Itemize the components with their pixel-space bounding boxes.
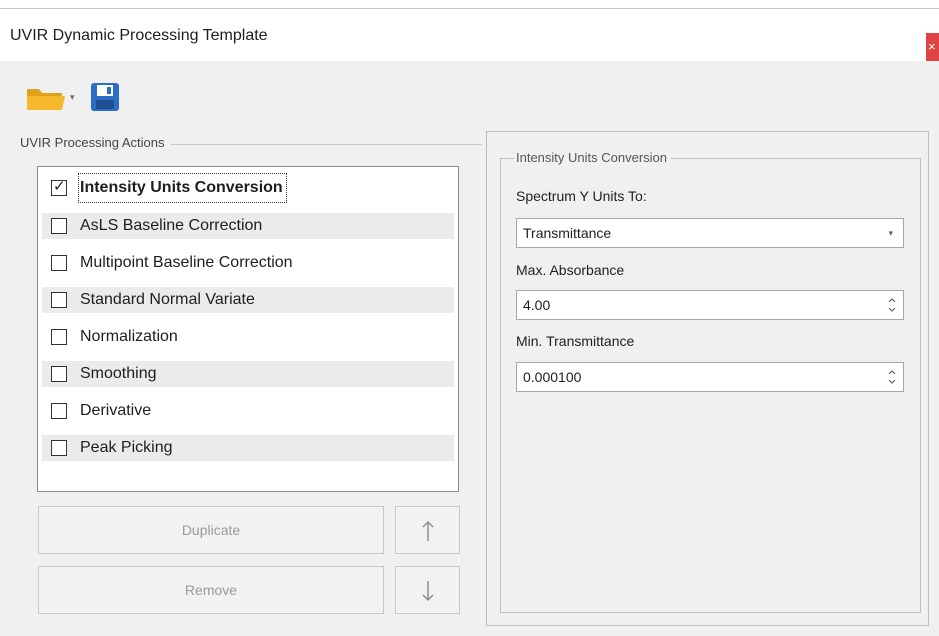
min-transmittance-value: 0.000100 xyxy=(523,369,582,385)
folder-icon[interactable] xyxy=(26,84,66,117)
title-bar: UVIR Dynamic Processing Template × xyxy=(0,9,939,61)
min-transmittance-spinbox[interactable]: 0.000100 xyxy=(516,362,904,392)
top-border xyxy=(0,0,939,9)
processing-actions-label: UVIR Processing Actions xyxy=(20,135,171,150)
arrow-up-icon xyxy=(422,521,434,541)
save-icon[interactable] xyxy=(90,82,120,117)
remove-button[interactable]: Remove xyxy=(38,566,384,614)
list-item[interactable]: Peak Picking xyxy=(42,435,454,461)
list-item-label: Intensity Units Conversion xyxy=(78,173,287,203)
close-button[interactable]: × xyxy=(926,33,939,61)
checkbox[interactable] xyxy=(51,329,67,345)
checkbox[interactable]: ✓ xyxy=(51,178,67,196)
y-units-label: Spectrum Y Units To: xyxy=(516,188,647,204)
checkbox[interactable] xyxy=(51,218,67,234)
window-title: UVIR Dynamic Processing Template xyxy=(10,27,268,44)
list-item-label: Peak Picking xyxy=(80,439,173,456)
max-absorbance-spinbox[interactable]: 4.00 xyxy=(516,290,904,320)
list-item-label: Derivative xyxy=(80,402,152,419)
duplicate-button[interactable]: Duplicate xyxy=(38,506,384,554)
max-absorbance-label: Max. Absorbance xyxy=(516,262,625,278)
close-icon: × xyxy=(928,39,936,54)
max-absorbance-value: 4.00 xyxy=(523,297,551,313)
list-item[interactable]: Normalization xyxy=(42,324,454,350)
checkbox[interactable] xyxy=(51,255,67,271)
list-item[interactable]: Multipoint Baseline Correction xyxy=(42,250,454,276)
check-icon: ✓ xyxy=(53,178,66,195)
list-item[interactable]: AsLS Baseline Correction xyxy=(42,213,454,239)
list-item-label: Multipoint Baseline Correction xyxy=(80,254,293,271)
move-up-button[interactable] xyxy=(395,506,460,554)
y-units-dropdown[interactable]: Transmittance ▾ xyxy=(516,218,904,248)
list-item[interactable]: Standard Normal Variate xyxy=(42,287,454,313)
spinner-icon[interactable] xyxy=(887,295,897,315)
list-item-label: Normalization xyxy=(80,328,178,345)
chevron-down-icon: ▾ xyxy=(888,228,893,238)
list-item[interactable]: Smoothing xyxy=(42,361,454,387)
chevron-down-icon[interactable]: ▾ xyxy=(70,92,75,103)
list-item[interactable]: Derivative xyxy=(42,398,454,424)
list-item-label: Standard Normal Variate xyxy=(80,291,255,308)
min-transmittance-label: Min. Transmittance xyxy=(516,333,635,349)
y-units-value: Transmittance xyxy=(523,225,612,241)
list-item-label: Smoothing xyxy=(80,365,157,382)
checkbox[interactable] xyxy=(51,366,67,382)
spinner-icon[interactable] xyxy=(887,367,897,387)
list-item-label: AsLS Baseline Correction xyxy=(80,217,263,234)
intensity-units-group-label: Intensity Units Conversion xyxy=(514,150,672,165)
move-down-button[interactable] xyxy=(395,566,460,614)
checkbox[interactable] xyxy=(51,292,67,308)
arrow-down-icon xyxy=(422,581,434,601)
actions-list[interactable]: ✓ Intensity Units Conversion AsLS Baseli… xyxy=(37,166,459,492)
list-item[interactable]: ✓ Intensity Units Conversion xyxy=(42,173,454,203)
checkbox[interactable] xyxy=(51,403,67,419)
checkbox[interactable] xyxy=(51,440,67,456)
